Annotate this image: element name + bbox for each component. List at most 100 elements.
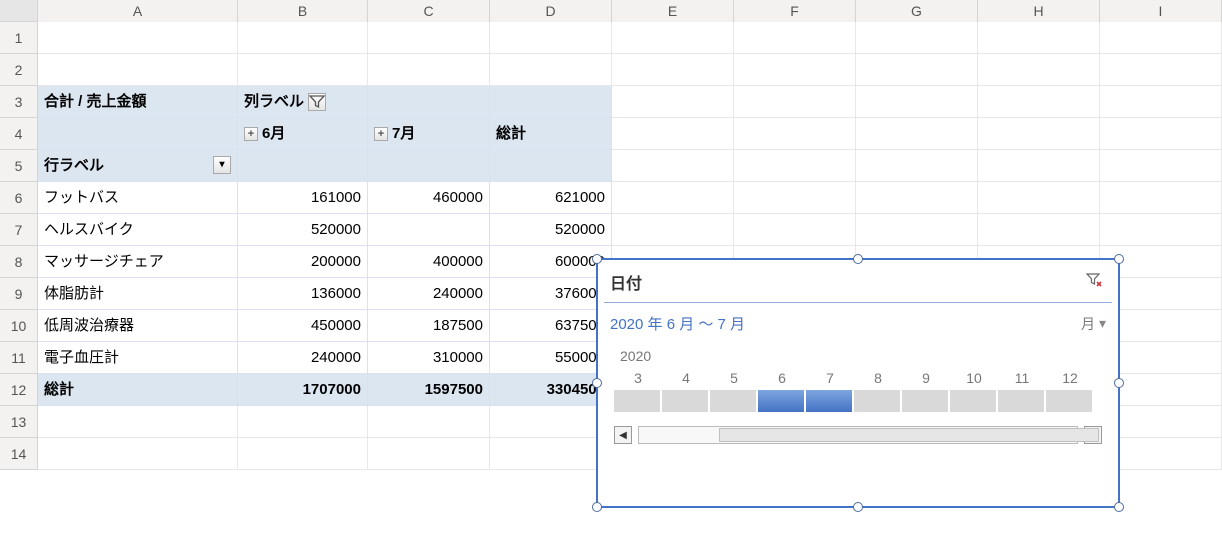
cell[interactable] [612, 54, 734, 86]
expand-button[interactable]: + [374, 127, 388, 141]
timeline-month-block[interactable] [806, 390, 852, 412]
cell[interactable] [1100, 54, 1222, 86]
pivot-row-label[interactable]: フットバス [38, 182, 238, 214]
cell[interactable] [238, 22, 368, 54]
cell[interactable] [1100, 22, 1222, 54]
cell[interactable] [612, 150, 734, 182]
cell[interactable] [1100, 118, 1222, 150]
row-header-10[interactable]: 10 [0, 310, 38, 342]
timeline-scrollbar[interactable]: ◀ ▶ [604, 412, 1112, 444]
resize-handle[interactable] [853, 254, 863, 264]
cell[interactable] [490, 86, 612, 118]
row-header-13[interactable]: 13 [0, 406, 38, 438]
timeline-month-block[interactable] [950, 390, 996, 412]
row-header-11[interactable]: 11 [0, 342, 38, 374]
row-header-8[interactable]: 8 [0, 246, 38, 278]
cell[interactable] [856, 214, 978, 246]
cell[interactable]: +7月 [368, 118, 490, 150]
pivot-value-cell[interactable]: 310000 [368, 342, 490, 374]
resize-handle[interactable] [592, 378, 602, 388]
column-header-F[interactable]: F [734, 0, 856, 22]
row-header-4[interactable]: 4 [0, 118, 38, 150]
timeline-month-block[interactable] [998, 390, 1044, 412]
pivot-value-cell[interactable]: 161000 [238, 182, 368, 214]
pivot-value-cell[interactable]: 240000 [238, 342, 368, 374]
pivot-row-label[interactable]: 低周波治療器 [38, 310, 238, 342]
timeline-level-select[interactable]: 月 ▾ [1081, 314, 1106, 334]
cell[interactable]: 行ラベル▾ [38, 150, 238, 182]
cell[interactable] [368, 150, 490, 182]
resize-handle[interactable] [592, 502, 602, 512]
cell[interactable] [490, 406, 612, 438]
scroll-left-button[interactable]: ◀ [614, 426, 632, 444]
pivot-row-label[interactable]: マッサージチェア [38, 246, 238, 278]
pivot-row-label[interactable]: 電子血圧計 [38, 342, 238, 374]
cell[interactable] [612, 214, 734, 246]
cell[interactable] [38, 22, 238, 54]
cell[interactable] [368, 406, 490, 438]
row-header-7[interactable]: 7 [0, 214, 38, 246]
timeline-month-block[interactable] [1046, 390, 1092, 412]
cell[interactable] [238, 150, 368, 182]
cell[interactable] [368, 54, 490, 86]
pivot-grand-col-label[interactable]: 総計 [490, 118, 612, 150]
resize-handle[interactable] [1114, 254, 1124, 264]
cell[interactable] [238, 438, 368, 470]
scroll-thumb[interactable] [719, 428, 1099, 442]
row-header-12[interactable]: 12 [0, 374, 38, 406]
pivot-value-cell[interactable]: 520000 [238, 214, 368, 246]
cell[interactable] [734, 54, 856, 86]
pivot-value-cell[interactable]: 240000 [368, 278, 490, 310]
timeline-blocks[interactable] [614, 390, 1102, 412]
column-header-H[interactable]: H [978, 0, 1100, 22]
cell[interactable] [368, 438, 490, 470]
pivot-value-cell[interactable]: 520000 [490, 214, 612, 246]
row-header-5[interactable]: 5 [0, 150, 38, 182]
cell[interactable] [978, 150, 1100, 182]
cell[interactable] [734, 118, 856, 150]
timeline-month-block[interactable] [710, 390, 756, 412]
column-header-A[interactable]: A [38, 0, 238, 22]
pivot-grand-value[interactable]: 1707000 [238, 374, 368, 406]
cell[interactable] [978, 182, 1100, 214]
pivot-grand-row-label[interactable]: 総計 [38, 374, 238, 406]
resize-handle[interactable] [1114, 502, 1124, 512]
cell[interactable] [368, 86, 490, 118]
cell[interactable] [734, 86, 856, 118]
cell[interactable] [612, 118, 734, 150]
cell[interactable] [734, 22, 856, 54]
cell[interactable] [1100, 150, 1222, 182]
pivot-value-cell[interactable]: 376000 [490, 278, 612, 310]
pivot-value-cell[interactable] [368, 214, 490, 246]
cell[interactable] [490, 22, 612, 54]
cell[interactable] [238, 54, 368, 86]
column-header-B[interactable]: B [238, 0, 368, 22]
cell[interactable] [856, 118, 978, 150]
pivot-row-label[interactable]: 体脂肪計 [38, 278, 238, 310]
column-header-I[interactable]: I [1100, 0, 1222, 22]
clear-filter-button[interactable] [1086, 272, 1106, 292]
pivot-value-cell[interactable]: 200000 [238, 246, 368, 278]
timeline-month-block[interactable] [614, 390, 660, 412]
cell[interactable] [38, 118, 238, 150]
cell[interactable] [856, 150, 978, 182]
cell[interactable]: 列ラベル [238, 86, 368, 118]
cell[interactable] [612, 22, 734, 54]
cell[interactable] [734, 182, 856, 214]
column-header-G[interactable]: G [856, 0, 978, 22]
cell[interactable] [1100, 214, 1222, 246]
cell[interactable]: +6月 [238, 118, 368, 150]
cell[interactable] [978, 214, 1100, 246]
pivot-value-cell[interactable]: 637500 [490, 310, 612, 342]
row-header-9[interactable]: 9 [0, 278, 38, 310]
row-header-2[interactable]: 2 [0, 54, 38, 86]
cell[interactable] [490, 438, 612, 470]
pivot-value-cell[interactable]: 550000 [490, 342, 612, 374]
row-header-3[interactable]: 3 [0, 86, 38, 118]
pivot-value-cell[interactable]: 187500 [368, 310, 490, 342]
cell[interactable] [734, 150, 856, 182]
cell[interactable] [856, 22, 978, 54]
row-header-1[interactable]: 1 [0, 22, 38, 54]
resize-handle[interactable] [1114, 378, 1124, 388]
cell[interactable] [1100, 182, 1222, 214]
